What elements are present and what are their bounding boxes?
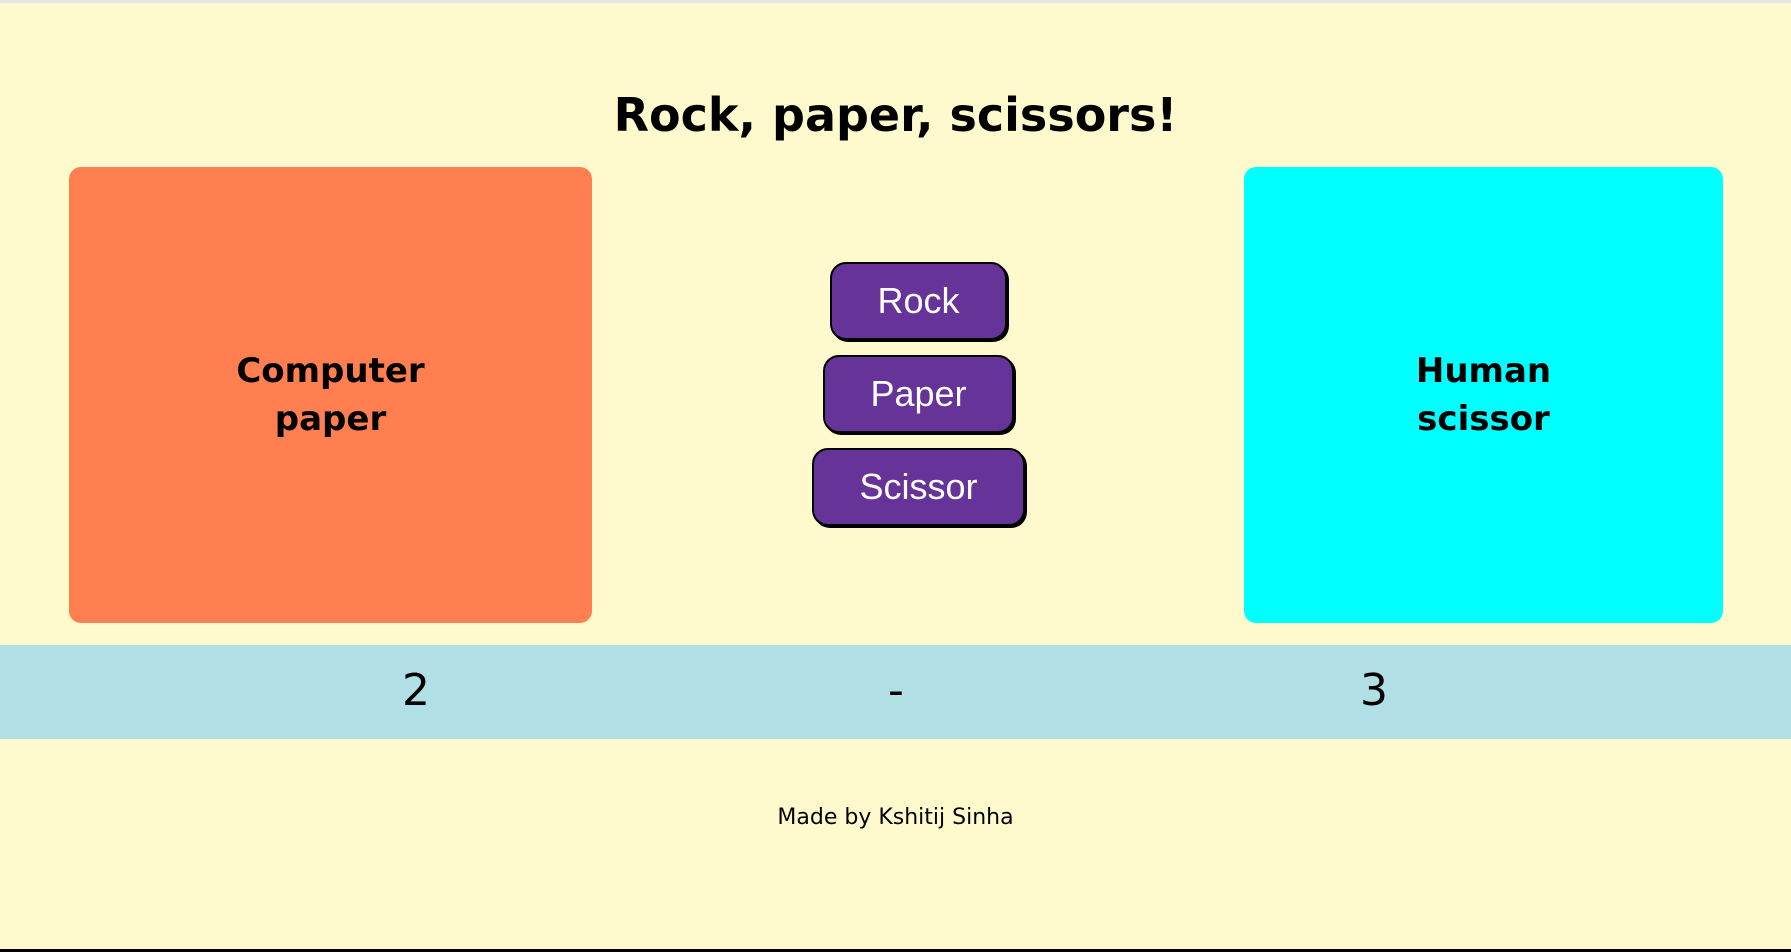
human-choice: scissor — [1417, 399, 1550, 439]
human-panel: Human scissor — [1244, 167, 1723, 623]
scissor-button[interactable]: Scissor — [812, 448, 1025, 526]
computer-score: 2 — [402, 665, 430, 716]
choice-buttons: Rock Paper Scissor — [700, 262, 1137, 541]
computer-choice: paper — [274, 399, 387, 439]
computer-label: Computer — [236, 351, 425, 391]
human-label: Human — [1415, 351, 1552, 391]
page-title: Rock, paper, scissors! — [613, 88, 1178, 142]
top-divider — [0, 0, 1791, 3]
rock-button[interactable]: Rock — [830, 262, 1007, 340]
score-bar: 2 - 3 — [0, 645, 1791, 739]
human-score: 3 — [1360, 665, 1388, 716]
computer-panel: Computer paper — [69, 167, 592, 623]
paper-button[interactable]: Paper — [823, 355, 1014, 433]
score-separator: - — [888, 665, 904, 716]
footer-credit: Made by Kshitij Sinha — [777, 805, 1014, 830]
